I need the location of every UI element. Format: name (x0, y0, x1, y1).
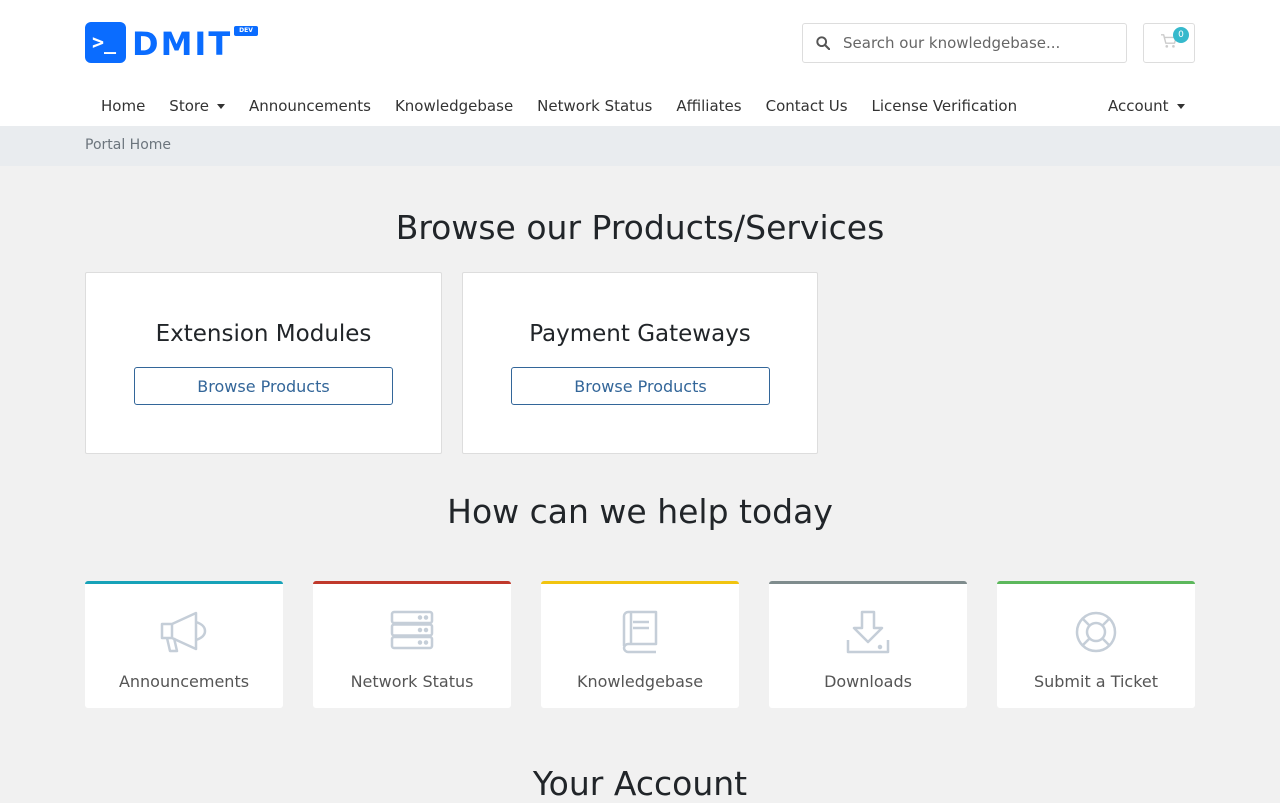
dmit-logo[interactable]: >_ DMIT DEV (85, 22, 258, 64)
main-nav: Home Store Announcements Knowledgebase N… (89, 88, 1029, 124)
product-card-payment-gateways: Payment Gateways Browse Products (462, 272, 818, 454)
logo-badge: DEV (234, 26, 258, 36)
product-card-title: Extension Modules (155, 321, 372, 347)
help-card-submit-ticket[interactable]: Submit a Ticket (997, 581, 1195, 708)
caret-down-icon (1176, 103, 1185, 109)
product-card-title: Payment Gateways (529, 321, 751, 347)
book-icon (541, 610, 739, 654)
nav-account-area: Account (1096, 88, 1197, 124)
nav-contact-us[interactable]: Contact Us (754, 88, 860, 124)
breadcrumb-portal-home[interactable]: Portal Home (85, 137, 171, 153)
help-card-network-status[interactable]: Network Status (313, 581, 511, 708)
knowledgebase-search (802, 23, 1127, 63)
download-icon (769, 610, 967, 654)
help-card-label: Announcements (118, 672, 250, 691)
help-card-label: Submit a Ticket (1033, 672, 1159, 691)
products-heading: Browse our Products/Services (395, 208, 885, 247)
nav-knowledgebase[interactable]: Knowledgebase (383, 88, 525, 124)
help-card-announcements[interactable]: Announcements (85, 581, 283, 708)
breadcrumb: Portal Home (0, 126, 1280, 166)
search-input[interactable] (843, 25, 1113, 61)
nav-announcements[interactable]: Announcements (237, 88, 383, 124)
help-card-knowledgebase[interactable]: Knowledgebase (541, 581, 739, 708)
product-card-extension-modules: Extension Modules Browse Products (85, 272, 442, 454)
nav-store[interactable]: Store (157, 88, 237, 124)
site-header: >_ DMIT DEV 0 Home Store Announcements K… (0, 0, 1280, 126)
nav-network-status[interactable]: Network Status (525, 88, 664, 124)
server-icon (313, 610, 511, 650)
help-card-downloads[interactable]: Downloads (769, 581, 967, 708)
nav-account[interactable]: Account (1096, 88, 1197, 124)
cart-button[interactable]: 0 (1143, 23, 1195, 63)
megaphone-icon (85, 610, 283, 654)
caret-down-icon (216, 103, 225, 109)
nav-license-verification[interactable]: License Verification (860, 88, 1030, 124)
browse-products-button[interactable]: Browse Products (134, 367, 393, 405)
logo-prompt: >_ (92, 30, 117, 54)
help-heading: How can we help today (447, 492, 833, 531)
lifebuoy-icon (997, 610, 1195, 654)
account-heading: Your Account (532, 764, 748, 803)
help-card-label: Network Status (350, 672, 474, 691)
logo-text: DMIT (132, 25, 233, 63)
nav-home[interactable]: Home (89, 88, 157, 124)
terminal-logo-icon: >_ (85, 22, 126, 63)
browse-products-button[interactable]: Browse Products (511, 367, 770, 405)
cart-count-badge: 0 (1173, 27, 1189, 43)
nav-affiliates[interactable]: Affiliates (664, 88, 753, 124)
help-card-label: Knowledgebase (576, 672, 704, 691)
help-card-label: Downloads (824, 672, 912, 691)
search-icon[interactable] (803, 36, 843, 50)
